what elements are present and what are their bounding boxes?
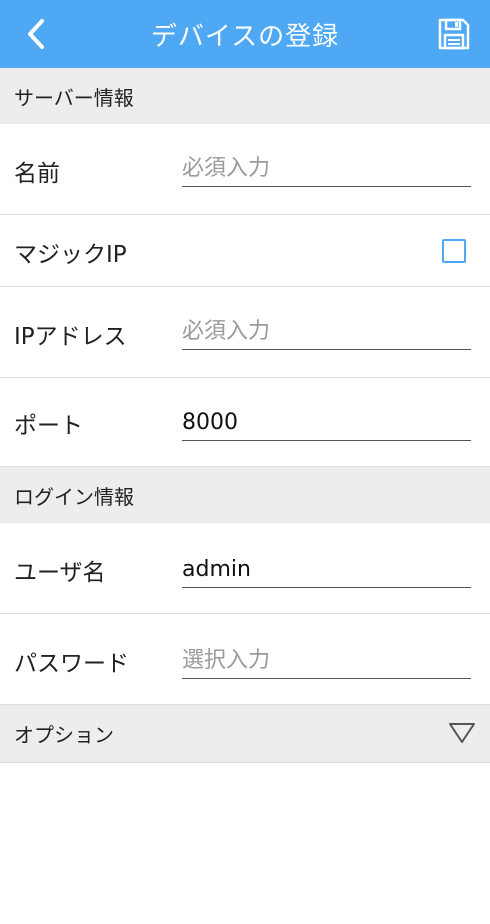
- username-row: ユーザ名: [0, 523, 490, 614]
- device-registration-screen: デバイスの登録 サーバー情報 名前 マジックIP IPアドレス ポート: [0, 0, 490, 924]
- server-info-section-header: サーバー情報: [0, 68, 490, 124]
- password-label: パスワード: [14, 651, 129, 677]
- port-label: ポート: [14, 413, 83, 439]
- section-title: サーバー情報: [14, 85, 134, 110]
- login-info-section-header: ログイン情報: [0, 467, 490, 523]
- chevron-left-icon: [28, 19, 44, 49]
- options-expand-toggle[interactable]: [448, 721, 476, 745]
- username-label: ユーザ名: [14, 560, 106, 586]
- ip-address-label: IPアドレス: [14, 324, 127, 350]
- username-input[interactable]: [182, 554, 471, 588]
- back-button[interactable]: [14, 14, 58, 54]
- password-row: パスワード: [0, 614, 490, 705]
- name-row: 名前: [0, 124, 490, 215]
- magic-ip-label: マジックIP: [14, 242, 127, 268]
- page-title: デバイスの登録: [150, 21, 340, 52]
- floppy-disk-icon: [438, 18, 470, 50]
- app-header: デバイスの登録: [0, 0, 490, 68]
- section-title: ログイン情報: [14, 484, 134, 509]
- password-input[interactable]: [182, 645, 471, 679]
- options-section-header[interactable]: オプション: [0, 705, 490, 763]
- triangle-down-icon: [449, 723, 475, 743]
- ip-address-input[interactable]: [182, 316, 471, 350]
- magic-ip-row: マジックIP: [0, 215, 490, 287]
- section-title: オプション: [14, 723, 114, 747]
- name-label: 名前: [14, 161, 60, 187]
- save-button[interactable]: [432, 12, 476, 56]
- name-input[interactable]: [182, 153, 471, 187]
- ip-address-row: IPアドレス: [0, 287, 490, 378]
- port-row: ポート: [0, 378, 490, 467]
- port-input[interactable]: [182, 407, 471, 441]
- magic-ip-checkbox[interactable]: [442, 239, 466, 263]
